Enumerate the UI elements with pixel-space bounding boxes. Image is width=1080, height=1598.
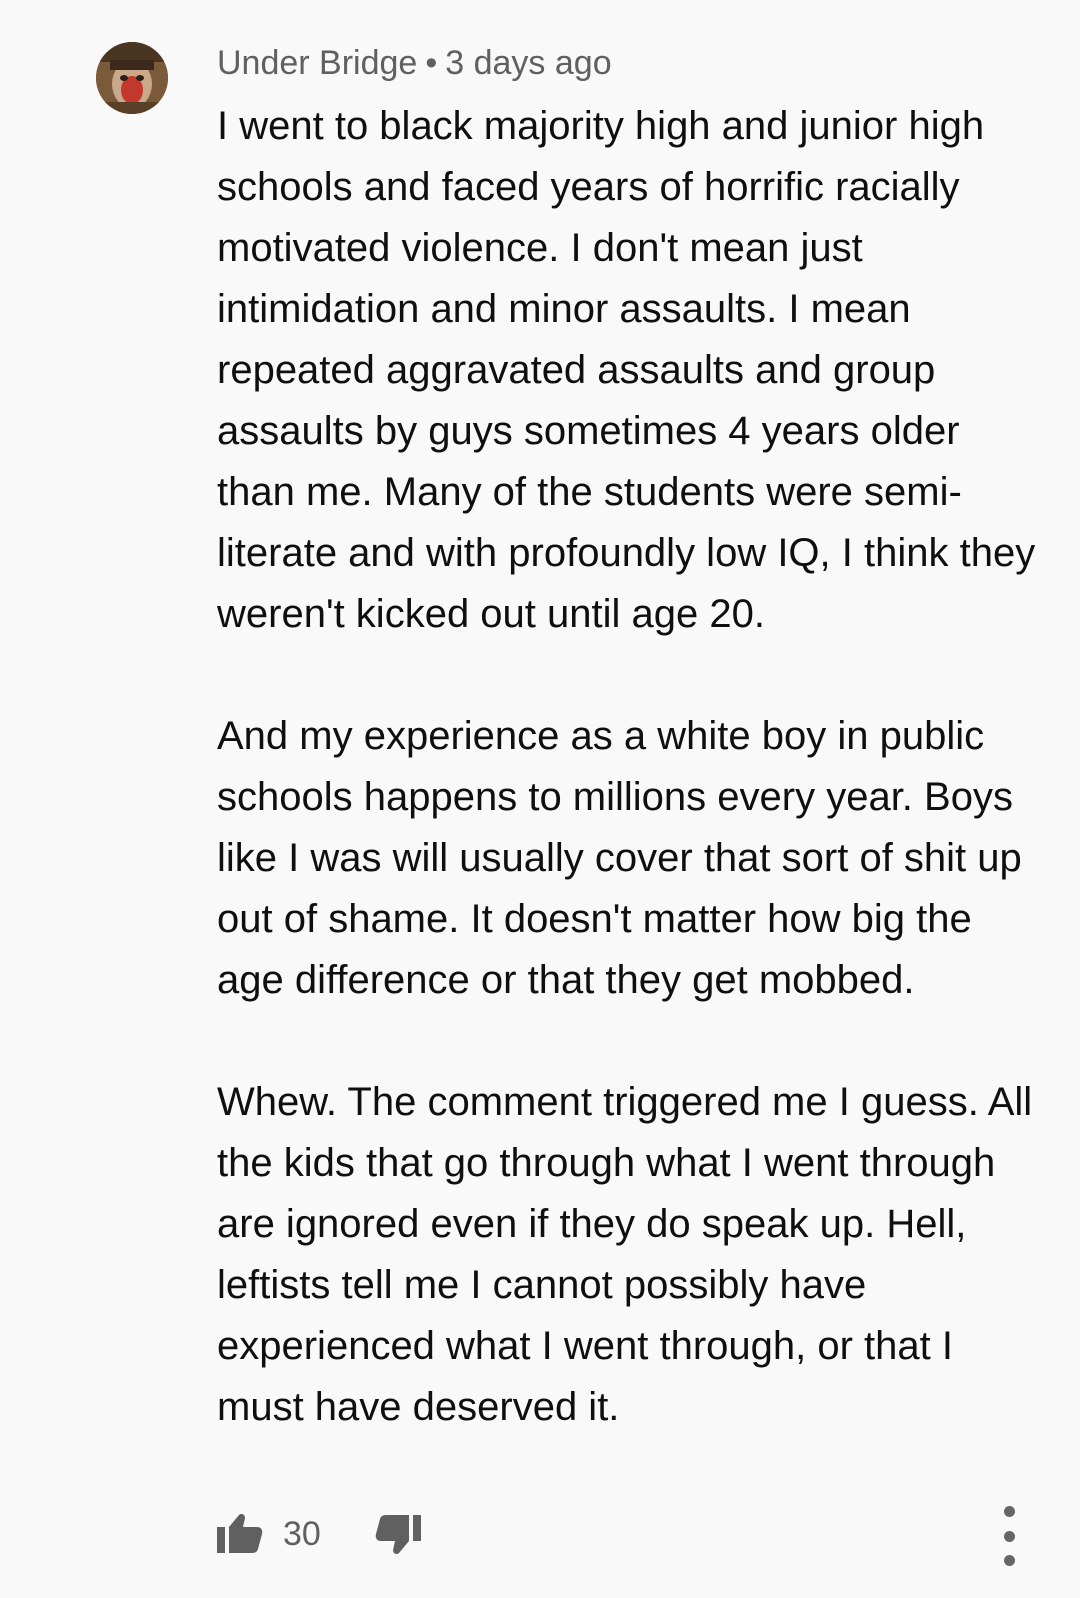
comment-body: Under Bridge • 3 days ago I went to black … bbox=[217, 40, 1047, 1438]
comment-paragraph: And my experience as a white boy in publ… bbox=[217, 714, 1022, 1002]
more-dot bbox=[1003, 1506, 1015, 1517]
comment-actions: 30 bbox=[217, 1508, 421, 1560]
comment-paragraph: I went to black majority high and junior… bbox=[217, 104, 1036, 636]
more-dot bbox=[1003, 1530, 1015, 1542]
comment-text: I went to black majority high and junior… bbox=[217, 96, 1047, 1438]
more-dot bbox=[1003, 1555, 1015, 1566]
comment-paragraph: Whew. The comment triggered me I guess. … bbox=[217, 1080, 1033, 1429]
author-avatar[interactable] bbox=[96, 42, 168, 114]
more-vertical-icon[interactable] bbox=[995, 1506, 1023, 1566]
comment-thread: Under Bridge • 3 days ago I went to black … bbox=[0, 0, 1080, 1598]
author-name[interactable]: Under Bridge bbox=[217, 44, 417, 82]
comment-header: Under Bridge • 3 days ago bbox=[217, 40, 1047, 86]
avatar-image bbox=[96, 42, 168, 114]
thumbs-down-icon bbox=[375, 1515, 421, 1554]
header-separator: • bbox=[425, 44, 438, 82]
dislike-button[interactable] bbox=[375, 1513, 421, 1555]
like-button[interactable] bbox=[217, 1513, 263, 1555]
like-count: 30 bbox=[283, 1514, 321, 1553]
thumbs-up-icon bbox=[217, 1514, 263, 1553]
comment-timestamp[interactable]: 3 days ago bbox=[445, 44, 611, 82]
